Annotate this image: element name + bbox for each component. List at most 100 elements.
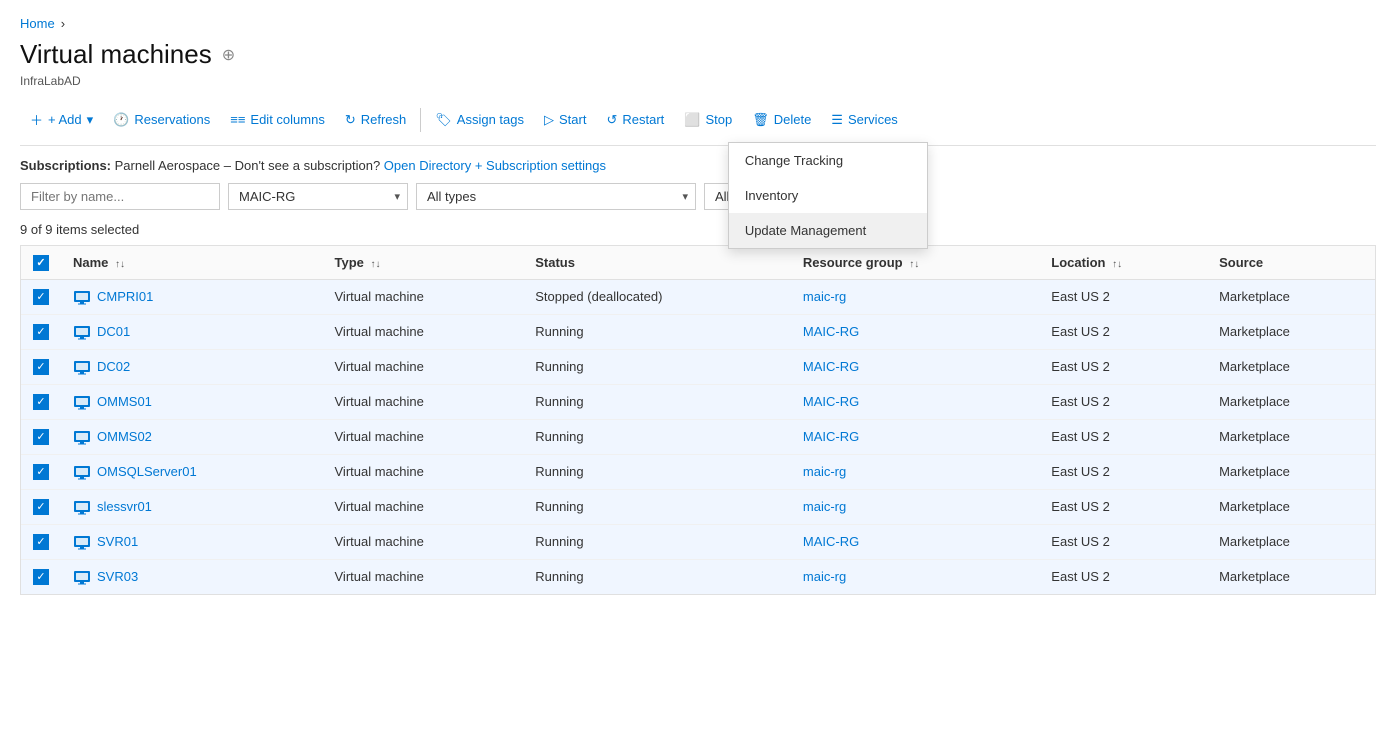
start-icon: ▷ bbox=[544, 112, 554, 128]
vm-name-link[interactable]: OMSQLServer01 bbox=[97, 464, 197, 479]
vm-name-link[interactable]: OMMS02 bbox=[97, 429, 152, 444]
row-checkbox-cell bbox=[21, 489, 61, 524]
row-type-cell: Virtual machine bbox=[323, 314, 524, 349]
reservations-button[interactable]: 🕐 Reservations bbox=[103, 106, 220, 134]
resource-group-link[interactable]: MAIC-RG bbox=[803, 429, 859, 444]
row-type-cell: Virtual machine bbox=[323, 279, 524, 314]
row-status-cell: Running bbox=[523, 419, 791, 454]
types-filter[interactable]: All types bbox=[416, 183, 696, 210]
reservations-icon: 🕐 bbox=[113, 112, 129, 128]
stop-icon: ⬜ bbox=[684, 112, 700, 128]
select-all-checkbox[interactable] bbox=[33, 255, 49, 271]
row-status-cell: Running bbox=[523, 454, 791, 489]
services-dropdown: Change Tracking Inventory Update Managem… bbox=[728, 142, 928, 249]
subscriptions-text: Parnell Aerospace – Don't see a subscrip… bbox=[115, 158, 384, 173]
add-chevron-icon: ▾ bbox=[87, 112, 94, 128]
row-checkbox-cell bbox=[21, 314, 61, 349]
vm-name-link[interactable]: CMPRI01 bbox=[97, 289, 153, 304]
start-button[interactable]: ▷ Start bbox=[534, 106, 596, 134]
row-source-cell: Marketplace bbox=[1207, 419, 1375, 454]
vm-name-link[interactable]: DC02 bbox=[97, 359, 130, 374]
resource-group-link[interactable]: maic-rg bbox=[803, 569, 846, 584]
row-checkbox[interactable] bbox=[33, 464, 49, 480]
delete-button[interactable]: 🗑 Delete bbox=[742, 106, 821, 134]
rg-sort-icon[interactable]: ↑↓ bbox=[909, 259, 919, 270]
resource-group-filter[interactable]: MAIC-RG bbox=[228, 183, 408, 210]
row-checkbox[interactable] bbox=[33, 394, 49, 410]
resource-group-link[interactable]: MAIC-RG bbox=[803, 359, 859, 374]
row-checkbox[interactable] bbox=[33, 289, 49, 305]
row-checkbox-cell bbox=[21, 279, 61, 314]
subscriptions-label: Subscriptions: bbox=[20, 158, 111, 173]
add-button[interactable]: ＋ + Add ▾ bbox=[20, 104, 103, 135]
assign-tags-button[interactable]: 🏷 Assign tags bbox=[425, 106, 534, 134]
vm-icon bbox=[73, 498, 91, 516]
resource-group-link[interactable]: maic-rg bbox=[803, 499, 846, 514]
name-cell: DC02 bbox=[73, 358, 311, 376]
refresh-button[interactable]: ↻ Refresh bbox=[335, 106, 416, 134]
home-link[interactable]: Home bbox=[20, 16, 55, 31]
table-row: OMSQLServer01 Virtual machineRunningmaic… bbox=[21, 454, 1375, 489]
row-checkbox[interactable] bbox=[33, 499, 49, 515]
row-name-cell: CMPRI01 bbox=[61, 279, 323, 314]
table-row: SVR03 Virtual machineRunningmaic-rgEast … bbox=[21, 559, 1375, 594]
table-row: SVR01 Virtual machineRunningMAIC-RGEast … bbox=[21, 524, 1375, 559]
row-resource-group-cell: MAIC-RG bbox=[791, 384, 1039, 419]
row-source-cell: Marketplace bbox=[1207, 384, 1375, 419]
table-row: CMPRI01 Virtual machineStopped (dealloca… bbox=[21, 279, 1375, 314]
vm-name-link[interactable]: OMMS01 bbox=[97, 394, 152, 409]
row-resource-group-cell: MAIC-RG bbox=[791, 419, 1039, 454]
row-name-cell: SVR01 bbox=[61, 524, 323, 559]
services-menu-item-inventory[interactable]: Inventory bbox=[729, 178, 927, 213]
name-filter-input[interactable] bbox=[20, 183, 220, 210]
edit-columns-button[interactable]: ≡≡ Edit columns bbox=[220, 106, 335, 133]
row-resource-group-cell: MAIC-RG bbox=[791, 314, 1039, 349]
page-header: Virtual machines ⊕ bbox=[20, 39, 1376, 70]
location-sort-icon[interactable]: ↑↓ bbox=[1112, 259, 1122, 270]
row-checkbox[interactable] bbox=[33, 324, 49, 340]
row-checkbox[interactable] bbox=[33, 534, 49, 550]
row-checkbox[interactable] bbox=[33, 569, 49, 585]
col-location: Location ↑↓ bbox=[1039, 246, 1207, 279]
services-button[interactable]: ☰ Services bbox=[821, 106, 908, 134]
row-resource-group-cell: maic-rg bbox=[791, 454, 1039, 489]
vm-name-link[interactable]: DC01 bbox=[97, 324, 130, 339]
resource-group-filter-wrapper: MAIC-RG ▾ bbox=[228, 183, 408, 210]
stop-button[interactable]: ⬜ Stop bbox=[674, 106, 742, 134]
name-cell: OMMS02 bbox=[73, 428, 311, 446]
vm-name-link[interactable]: slessvr01 bbox=[97, 499, 152, 514]
vm-name-link[interactable]: SVR01 bbox=[97, 534, 138, 549]
row-location-cell: East US 2 bbox=[1039, 524, 1207, 559]
row-checkbox-cell bbox=[21, 349, 61, 384]
resource-group-link[interactable]: maic-rg bbox=[803, 289, 846, 304]
name-sort-icon[interactable]: ↑↓ bbox=[115, 259, 125, 270]
restart-button[interactable]: ↺ Restart bbox=[596, 106, 674, 134]
row-checkbox[interactable] bbox=[33, 359, 49, 375]
select-all-header[interactable] bbox=[21, 246, 61, 279]
edit-columns-icon: ≡≡ bbox=[230, 112, 245, 127]
vm-icon bbox=[73, 288, 91, 306]
row-type-cell: Virtual machine bbox=[323, 524, 524, 559]
pin-icon[interactable]: ⊕ bbox=[222, 45, 235, 65]
row-source-cell: Marketplace bbox=[1207, 489, 1375, 524]
resource-group-link[interactable]: maic-rg bbox=[803, 464, 846, 479]
open-directory-link[interactable]: Open Directory + Subscription settings bbox=[384, 158, 606, 173]
resource-group-link[interactable]: MAIC-RG bbox=[803, 394, 859, 409]
row-checkbox[interactable] bbox=[33, 429, 49, 445]
delete-icon: 🗑 bbox=[752, 112, 769, 128]
services-menu-item-change-tracking[interactable]: Change Tracking bbox=[729, 143, 927, 178]
name-cell: DC01 bbox=[73, 323, 311, 341]
table-body: CMPRI01 Virtual machineStopped (dealloca… bbox=[21, 279, 1375, 594]
services-menu-item-update-management[interactable]: Update Management bbox=[729, 213, 927, 248]
vm-icon bbox=[73, 428, 91, 446]
row-status-cell: Running bbox=[523, 489, 791, 524]
filters-bar: MAIC-RG ▾ All types ▾ All locations ▾ bbox=[20, 183, 1376, 210]
resource-group-link[interactable]: MAIC-RG bbox=[803, 324, 859, 339]
table-header-row: Name ↑↓ Type ↑↓ Status Resource group ↑↓… bbox=[21, 246, 1375, 279]
row-location-cell: East US 2 bbox=[1039, 314, 1207, 349]
vm-name-link[interactable]: SVR03 bbox=[97, 569, 138, 584]
type-sort-icon[interactable]: ↑↓ bbox=[371, 259, 381, 270]
resource-group-link[interactable]: MAIC-RG bbox=[803, 534, 859, 549]
vm-icon bbox=[73, 533, 91, 551]
vm-table: Name ↑↓ Type ↑↓ Status Resource group ↑↓… bbox=[21, 246, 1375, 594]
